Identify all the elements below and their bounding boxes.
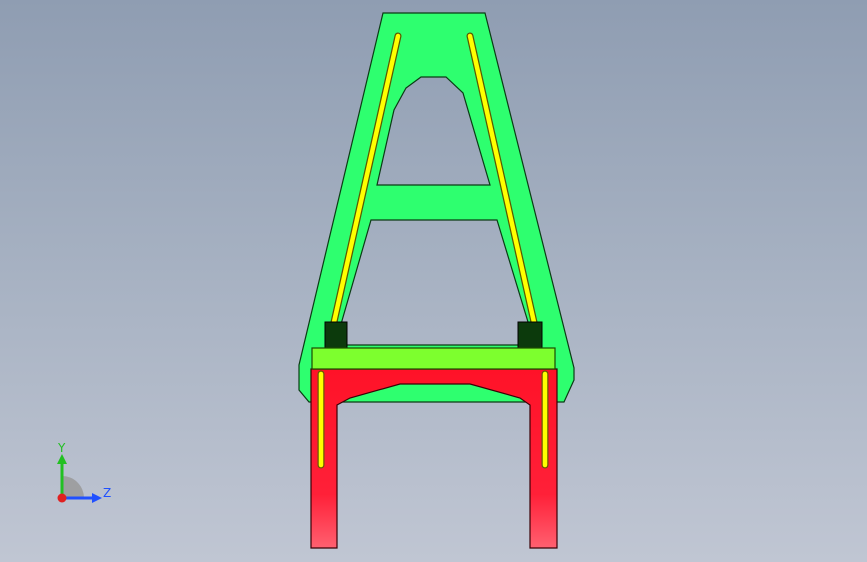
right-bearing-block[interactable]	[517, 321, 543, 349]
y-axis-label: Y	[57, 441, 66, 455]
crossbar-plate[interactable]	[311, 347, 556, 370]
coordinate-triad[interactable]: Y Z	[40, 436, 120, 516]
x-axis-dot-icon	[57, 493, 67, 503]
graphics-viewport[interactable]: Y Z	[0, 0, 867, 562]
z-arrow-icon	[92, 493, 102, 503]
triad-quadrant	[62, 476, 84, 498]
z-axis-label: Z	[103, 486, 111, 500]
y-arrow-icon	[57, 454, 67, 464]
model-view[interactable]	[0, 0, 867, 562]
left-bearing-block[interactable]	[324, 321, 348, 349]
